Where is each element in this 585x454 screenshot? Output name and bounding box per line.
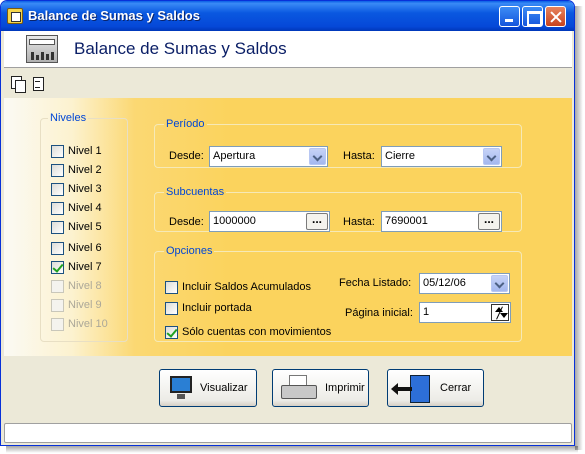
monitor-icon: [168, 375, 194, 401]
checkbox-box[interactable]: [51, 145, 64, 158]
checkbox-label: Nivel 9: [68, 299, 102, 311]
page-title: Balance de Sumas y Saldos: [74, 39, 287, 58]
checkbox-label: Nivel 6: [68, 242, 102, 254]
chevron-down-icon[interactable]: [483, 148, 500, 165]
minimize-button[interactable]: [499, 6, 520, 27]
select-value: Cierre: [385, 150, 415, 162]
select-value: 05/12/06: [423, 277, 466, 289]
checkbox-label: Incluir portada: [182, 302, 252, 314]
input-value: 1000000: [213, 215, 256, 227]
checkbox-label: Nivel 1: [68, 145, 102, 157]
close-button[interactable]: [545, 6, 566, 27]
opciones-legend: Opciones: [166, 245, 213, 257]
select-value: Apertura: [213, 150, 256, 162]
browse-button[interactable]: ...: [478, 213, 500, 230]
checkbox-box[interactable]: [51, 261, 64, 274]
input-value: 7690001: [385, 215, 428, 227]
subcuentas-desde-label: Desde:: [169, 216, 204, 228]
fecha-listado-label: Fecha Listado:: [339, 277, 412, 289]
checkbox-label: Nivel 3: [68, 183, 102, 195]
browse-button[interactable]: ...: [306, 213, 328, 230]
status-bar: [4, 423, 572, 443]
exit-door-icon: [391, 375, 436, 403]
button-label: Cerrar: [440, 382, 472, 394]
imprimir-button[interactable]: Imprimir: [272, 369, 369, 407]
checkbox-box[interactable]: [51, 221, 64, 234]
checkbox-label: Nivel 8: [68, 280, 102, 292]
checkbox-box[interactable]: [165, 326, 178, 339]
checkbox-box[interactable]: [165, 281, 178, 294]
pagina-inicial-label: Página inicial:: [345, 307, 413, 319]
periodo-group: Período Desde: Apertura Hasta: Cierre: [154, 118, 522, 168]
niveles-group: Niveles Nivel 1 Nivel 2 Nivel 3 Nivel 4 …: [40, 112, 128, 342]
title-bar[interactable]: Balance de Sumas y Saldos: [1, 1, 574, 31]
input-value: 1: [423, 306, 430, 318]
button-label: Visualizar: [200, 382, 248, 394]
checkbox-box: [51, 299, 64, 312]
checkbox-label: Nivel 7: [68, 261, 102, 273]
checkbox-box[interactable]: [51, 202, 64, 215]
printer-icon: [281, 375, 321, 401]
periodo-legend: Período: [166, 118, 205, 130]
toolbar: [4, 69, 572, 97]
periodo-desde-select[interactable]: Apertura: [209, 146, 328, 167]
checkbox-label: Nivel 2: [68, 164, 102, 176]
window-title: Balance de Sumas y Saldos: [28, 8, 200, 23]
cerrar-button[interactable]: Cerrar: [387, 369, 484, 407]
subcuentas-group: Subcuentas Desde: 1000000 ... Hasta: 769…: [154, 186, 522, 232]
app-icon[interactable]: [7, 8, 23, 24]
checkbox-box[interactable]: [51, 242, 64, 255]
balance-report-icon: [26, 35, 58, 63]
periodo-hasta-select[interactable]: Cierre: [381, 146, 502, 167]
window: Balance de Sumas y Saldos Balance de Sum…: [0, 0, 575, 446]
opciones-group: Opciones Incluir Saldos Acumulados Inclu…: [154, 245, 522, 342]
button-label: Imprimir: [325, 382, 365, 394]
subcuenta-desde-input[interactable]: 1000000 ...: [209, 211, 330, 232]
visualizar-button[interactable]: Visualizar: [159, 369, 257, 407]
subcuenta-hasta-input[interactable]: 7690001 ...: [381, 211, 502, 232]
fecha-listado-picker[interactable]: 05/12/06: [419, 273, 510, 294]
checkbox-box[interactable]: [51, 183, 64, 196]
checkbox-box[interactable]: [51, 164, 64, 177]
chevron-down-icon[interactable]: [491, 275, 508, 292]
periodo-desde-label: Desde:: [169, 150, 204, 162]
checkbox-box[interactable]: [165, 302, 178, 315]
spinner-icon[interactable]: [491, 304, 509, 321]
maximize-button[interactable]: [522, 6, 543, 27]
pagina-inicial-input[interactable]: 1: [419, 302, 511, 323]
header-banner: Balance de Sumas y Saldos: [4, 31, 572, 68]
checkbox-label: Nivel 10: [68, 318, 108, 330]
checkbox-box: [51, 318, 64, 331]
chevron-down-icon[interactable]: [309, 148, 326, 165]
periodo-hasta-label: Hasta:: [343, 150, 375, 162]
checkbox-label: Sólo cuentas con movimientos: [182, 326, 332, 338]
copy-icon[interactable]: [11, 76, 26, 93]
checkbox-label: Incluir Saldos Acumulados: [182, 281, 312, 293]
subcuentas-hasta-label: Hasta:: [343, 216, 375, 228]
checkbox-label: Nivel 4: [68, 202, 102, 214]
subcuentas-legend: Subcuentas: [166, 186, 225, 198]
checkbox-label: Nivel 5: [68, 221, 102, 233]
document-icon[interactable]: [32, 76, 45, 91]
main-panel: Niveles Nivel 1 Nivel 2 Nivel 3 Nivel 4 …: [4, 98, 572, 356]
niveles-legend: Niveles: [50, 112, 87, 124]
button-bar: Visualizar Imprimir Cerrar: [4, 356, 572, 422]
checkbox-box: [51, 280, 64, 293]
